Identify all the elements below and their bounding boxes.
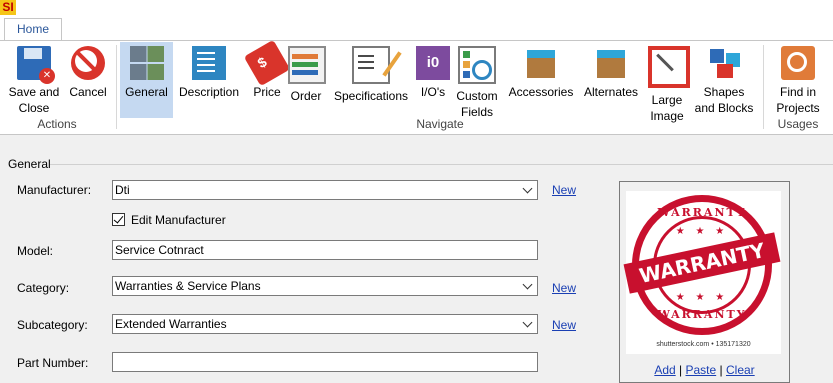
manufacturer-select[interactable]: Dti	[112, 180, 538, 200]
group-separator	[763, 45, 764, 129]
description-button[interactable]: Description	[177, 42, 241, 118]
ios-button[interactable]: i0 I/O's	[416, 42, 450, 118]
custom-fields-button[interactable]: Custom Fields	[455, 42, 499, 119]
add-image-link[interactable]: Add	[654, 363, 675, 377]
general-icon	[129, 46, 164, 80]
shapes-icon	[707, 46, 741, 80]
subcategory-select[interactable]: Extended Warranties	[112, 314, 538, 334]
box-icon	[524, 46, 558, 80]
product-image-panel: WARRANTY ★ ★ ★ WARRANTY ★ ★ ★ WARRANTY s…	[619, 181, 790, 383]
subcategory-value: Extended Warranties	[115, 317, 227, 331]
link-separator: |	[679, 363, 683, 377]
stamp-bottom-text: WARRANTY	[657, 308, 747, 321]
general-label: General	[125, 85, 168, 99]
section-divider	[50, 164, 833, 165]
part-number-input[interactable]	[112, 352, 538, 372]
price-label: Price	[253, 85, 281, 99]
chevron-down-icon	[522, 183, 533, 194]
save-close-label-2: Close	[18, 101, 50, 115]
cancel-button[interactable]: Cancel	[66, 42, 110, 118]
chevron-down-icon	[522, 317, 533, 328]
description-icon	[192, 46, 226, 80]
group-actions-label: Actions	[37, 117, 77, 131]
order-button[interactable]: Order	[288, 42, 326, 118]
io-icon: i0	[416, 46, 450, 80]
stamp-stars-top: ★ ★ ★	[675, 226, 729, 237]
group-separator	[116, 45, 117, 129]
save-close-label-1: Save and	[8, 85, 60, 99]
find-label-1: Find in	[779, 85, 817, 99]
product-image: WARRANTY ★ ★ ★ WARRANTY ★ ★ ★ WARRANTY s…	[623, 191, 781, 354]
save-icon	[17, 46, 55, 84]
box-icon	[594, 46, 628, 80]
shapes-label-1: Shapes	[703, 85, 745, 99]
accessories-label: Accessories	[508, 85, 574, 99]
custom-fields-icon	[458, 46, 496, 84]
ribbon-tab-row: Home	[0, 18, 833, 40]
find-icon	[781, 46, 815, 80]
app-logo: SI	[0, 0, 16, 15]
general-button[interactable]: General	[120, 42, 173, 118]
ribbon: Save and Close Cancel Actions General De…	[0, 39, 833, 135]
category-select[interactable]: Warranties & Service Plans	[112, 276, 538, 296]
alternates-button[interactable]: Alternates	[582, 42, 640, 118]
new-subcategory-link[interactable]: New	[552, 318, 576, 332]
price-tag-icon	[243, 39, 291, 87]
save-and-close-button[interactable]: Save and Close	[6, 42, 62, 118]
large-image-label-1: Large	[651, 93, 683, 107]
category-label: Category:	[17, 281, 70, 295]
accessories-button[interactable]: Accessories	[508, 42, 574, 118]
specifications-label: Specifications	[333, 89, 409, 103]
link-separator: |	[719, 363, 723, 377]
group-usages-label: Usages	[777, 117, 819, 131]
paste-image-link[interactable]: Paste	[685, 363, 716, 377]
title-bar: SI	[0, 0, 833, 18]
model-input[interactable]: Service Cotnract	[112, 240, 538, 260]
warranty-stamp-image: WARRANTY ★ ★ ★ WARRANTY ★ ★ ★ WARRANTY	[623, 195, 781, 335]
clipboard-icon	[352, 46, 390, 84]
category-value: Warranties & Service Plans	[115, 279, 261, 293]
image-actions: Add | Paste | Clear	[620, 363, 789, 377]
description-label: Description	[178, 85, 240, 99]
image-watermark: shutterstock.com • 135171320	[656, 341, 751, 348]
find-label-2: Projects	[776, 101, 820, 115]
stamp-stars-bottom: ★ ★ ★	[675, 292, 729, 303]
shapes-and-blocks-button[interactable]: Shapes and Blocks	[693, 42, 755, 118]
part-number-label: Part Number:	[17, 356, 89, 370]
manufacturer-value: Dti	[115, 183, 130, 197]
tab-home[interactable]: Home	[4, 18, 62, 40]
new-manufacturer-link[interactable]: New	[552, 183, 576, 197]
shapes-label-2: and Blocks	[694, 101, 754, 115]
ios-label: I/O's	[420, 85, 446, 99]
model-value: Service Cotnract	[115, 243, 204, 257]
manufacturer-label: Manufacturer:	[17, 183, 92, 197]
order-icon	[288, 46, 326, 84]
new-category-link[interactable]: New	[552, 281, 576, 295]
specifications-button[interactable]: Specifications	[332, 42, 410, 118]
group-navigate-label: Navigate	[416, 117, 464, 131]
alternates-label: Alternates	[583, 85, 639, 99]
expand-icon	[648, 46, 690, 88]
price-button[interactable]: Price	[243, 39, 291, 118]
edit-manufacturer-label: Edit Manufacturer	[131, 213, 226, 227]
model-label: Model:	[17, 244, 54, 258]
cancel-label: Cancel	[69, 85, 107, 99]
find-in-projects-button[interactable]: Find in Projects	[774, 42, 822, 118]
section-title: General	[8, 157, 51, 171]
subcategory-label: Subcategory:	[17, 318, 88, 332]
large-image-button[interactable]: Large Image	[648, 42, 690, 123]
clear-image-link[interactable]: Clear	[726, 363, 755, 377]
custom-fields-label-1: Custom	[456, 89, 498, 103]
cancel-icon	[71, 46, 105, 80]
edit-manufacturer-checkbox[interactable]	[112, 213, 125, 226]
order-label: Order	[290, 89, 322, 103]
chevron-down-icon	[522, 279, 533, 290]
